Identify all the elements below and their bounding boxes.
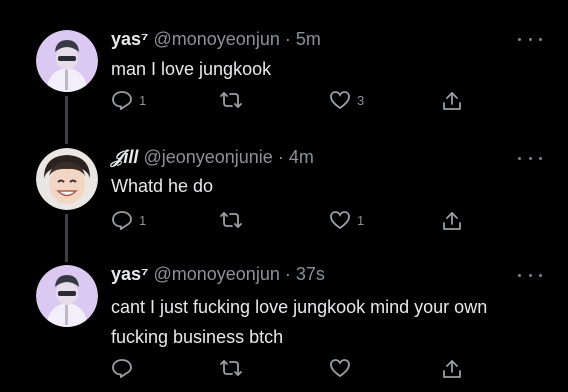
user-handle[interactable]: @monoyeonjun <box>153 264 279 284</box>
reply-icon <box>112 359 132 378</box>
heart-icon <box>330 359 350 378</box>
avatar[interactable] <box>36 265 98 327</box>
tweet-header: yas⁷ @monoyeonjun · 37s <box>111 263 325 285</box>
retweet-icon <box>220 360 242 376</box>
share-icon <box>443 360 461 378</box>
tweet-actions <box>0 358 568 380</box>
separator-dot: · <box>284 264 291 284</box>
tweet-3[interactable]: yas⁷ @monoyeonjun · 37s cant I just fuck… <box>0 0 568 392</box>
tweet-text: cant I just fucking love jungkook mind y… <box>111 297 488 347</box>
timestamp[interactable]: 37s <box>296 264 325 284</box>
like-button[interactable] <box>329 358 357 378</box>
more-options-icon[interactable] <box>518 270 542 280</box>
retweet-button[interactable] <box>219 358 249 378</box>
reply-button[interactable] <box>111 358 139 378</box>
share-button[interactable] <box>441 358 463 380</box>
tweet-thread: yas⁷ @monoyeonjun · 5m man I love jungko… <box>0 0 568 392</box>
display-name[interactable]: yas⁷ <box>111 264 148 284</box>
